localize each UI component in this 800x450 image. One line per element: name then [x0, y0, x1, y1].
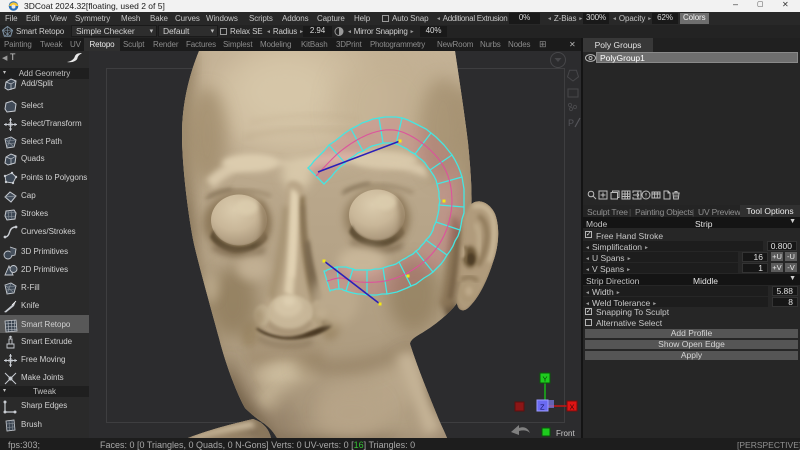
svg-text:Y: Y [543, 375, 548, 384]
svg-text:Front: Front [556, 429, 575, 438]
svg-text:X: X [570, 403, 575, 412]
svg-text:P: P [568, 118, 574, 128]
svg-text:Z: Z [540, 403, 545, 412]
